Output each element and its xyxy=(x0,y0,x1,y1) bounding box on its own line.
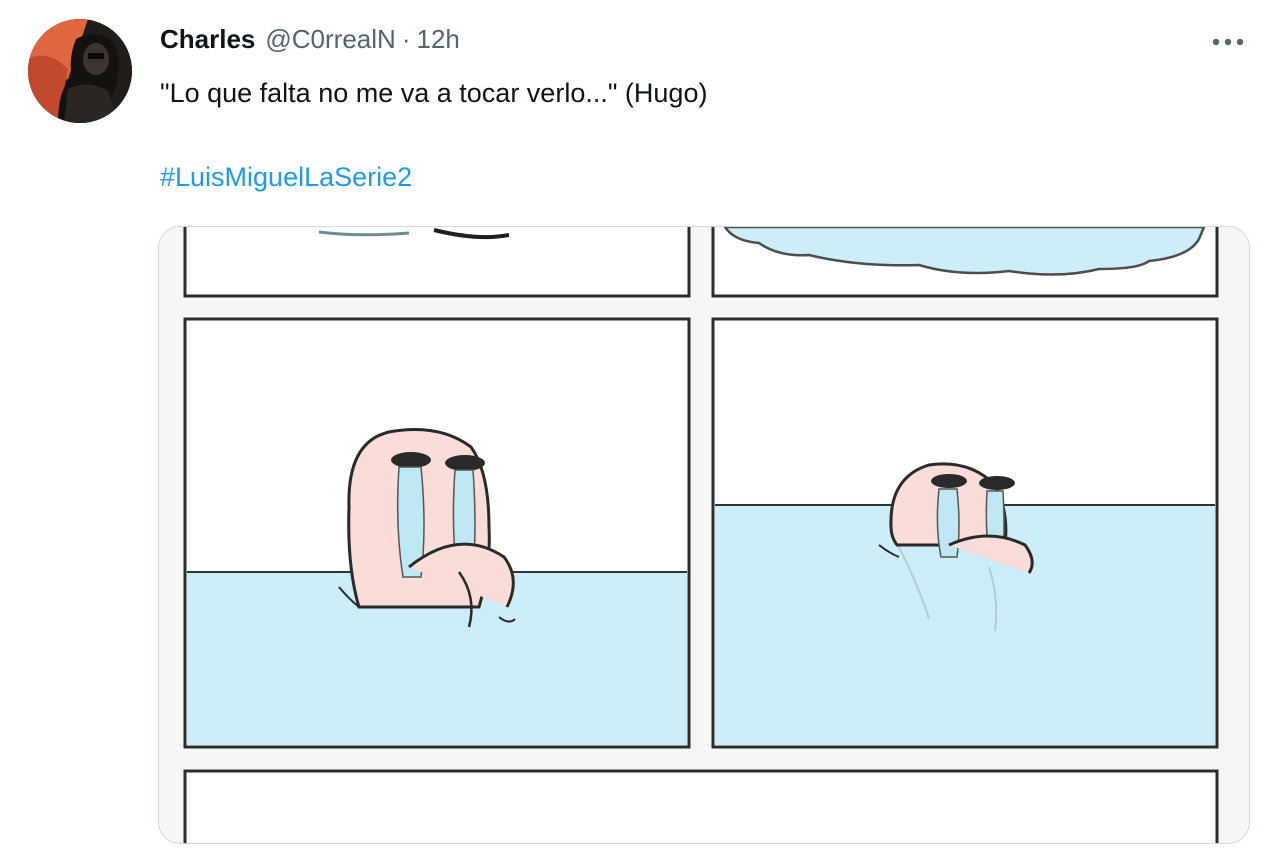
more-options-button[interactable] xyxy=(1204,22,1252,62)
comic-panel-middle-left xyxy=(183,317,691,749)
tweet-header: Charles @C0rrealN · 12h xyxy=(160,24,460,64)
hashtag-link[interactable]: #LuisMiguelLaSerie2 xyxy=(160,162,412,193)
author-name[interactable]: Charles xyxy=(160,24,255,55)
comic-image xyxy=(159,227,1249,843)
separator-dot: · xyxy=(401,24,411,54)
more-horizontal-icon xyxy=(1212,38,1244,46)
tweet-text: "Lo que falta no me va a tocar verlo..."… xyxy=(160,78,708,108)
avatar[interactable] xyxy=(28,19,132,123)
comic-panel-top-left xyxy=(183,227,691,298)
author-handle[interactable]: @C0rrealN xyxy=(265,24,395,55)
comic-panel-top-right xyxy=(711,227,1219,298)
tweet-image[interactable] xyxy=(158,226,1250,844)
comic-panel-bottom xyxy=(183,769,1219,843)
tweet-timestamp[interactable]: 12h xyxy=(416,24,459,55)
comic-panel-middle-right xyxy=(711,317,1219,749)
